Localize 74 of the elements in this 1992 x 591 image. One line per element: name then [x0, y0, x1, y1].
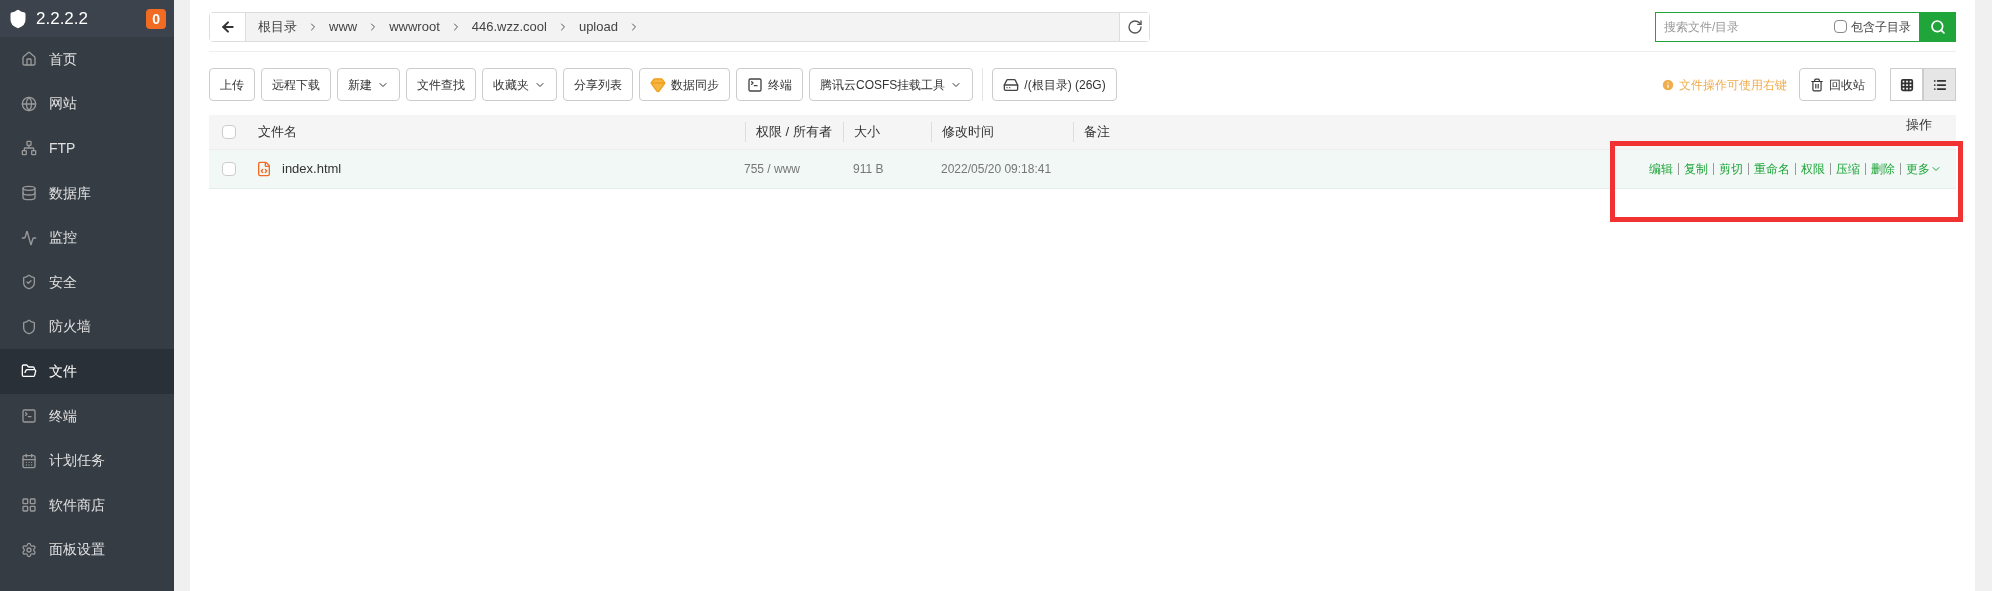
sidebar-item[interactable]: 软件商店 — [0, 482, 174, 528]
breadcrumb-link[interactable]: www — [325, 16, 362, 37]
table-cell-text: 911 B — [852, 161, 885, 178]
table-cell-text: 2022/05/20 09:18:41 — [940, 161, 1052, 178]
calendar-icon — [21, 452, 37, 469]
column-header: 操作 — [1906, 117, 1932, 133]
file-name[interactable]: index.html — [282, 159, 742, 179]
sidebar-item[interactable]: 防火墙 — [0, 304, 174, 350]
recycle-bin-button[interactable]: 回收站 — [1799, 68, 1876, 101]
sidebar-item[interactable]: FTP — [0, 126, 174, 171]
toolbar-button[interactable]: 新建 — [337, 68, 400, 101]
sidebar-item[interactable]: 文件 — [0, 349, 174, 394]
search-button[interactable] — [1920, 11, 1956, 42]
subdir-label: 包含子目录 — [1851, 18, 1911, 36]
column-header: 备注 — [1073, 122, 1573, 142]
view-toggle-button[interactable] — [1890, 68, 1923, 101]
select-all-checkbox[interactable] — [222, 125, 236, 139]
terminal-icon — [747, 76, 763, 93]
logo-icon — [8, 8, 28, 29]
gem-icon — [650, 76, 666, 93]
globe-icon — [21, 95, 37, 112]
notification-badge: 0 — [146, 8, 166, 29]
search-box[interactable]: 搜索文件/目录 包含子目录 — [1655, 11, 1920, 42]
column-header: 文件名 — [258, 123, 298, 142]
search-icon — [1930, 18, 1946, 35]
trash-icon — [1810, 77, 1824, 92]
toolbar-button[interactable]: 远程下载 — [261, 68, 331, 101]
sidebar-item[interactable]: 首页 — [0, 37, 174, 82]
database-icon — [21, 185, 37, 202]
html-file-icon — [256, 160, 272, 178]
home-icon — [21, 51, 37, 68]
folder-icon — [21, 363, 37, 380]
sidebar-item[interactable]: 监控 — [0, 215, 174, 260]
breadcrumb-link[interactable]: 根目录 — [254, 16, 301, 37]
shield-icon — [21, 318, 37, 335]
sidebar-item[interactable]: 终端 — [0, 393, 174, 439]
search-field[interactable]: 搜索文件/目录 — [1664, 17, 1834, 36]
breadcrumb-link[interactable]: 446.wzz.cool — [467, 16, 551, 37]
column-header: 权限 / 所有者 — [745, 122, 843, 142]
info-icon — [1661, 77, 1675, 92]
settings-icon — [21, 541, 37, 558]
sidebar-item[interactable]: 面板设置 — [0, 527, 174, 573]
column-header: 大小 — [843, 122, 931, 142]
toolbar-button[interactable]: /(根目录) (26G) — [992, 68, 1117, 101]
view-toggle-button[interactable] — [1923, 68, 1956, 101]
sidebar-item[interactable]: 网站 — [0, 81, 174, 127]
hint-text: 文件操作可使用右键 — [1679, 76, 1787, 94]
grid-icon — [21, 497, 37, 514]
column-header: 修改时间 — [931, 122, 1073, 142]
toolbar-button[interactable]: 数据同步 — [639, 68, 730, 101]
file-row[interactable]: index.html 755 / www 911 B 2022/05/20 09:18:41 编辑 复制 剪切 重命名 权限 压缩 删除 更多 — [209, 150, 1956, 189]
toolbar-button[interactable]: 分享列表 — [563, 68, 633, 101]
toolbar-button[interactable]: 终端 — [736, 68, 803, 101]
refresh-icon — [1126, 18, 1143, 35]
sidebar-item[interactable]: 计划任务 — [0, 438, 174, 483]
toolbar-button[interactable]: 腾讯云COSFS挂载工具 — [809, 68, 974, 101]
sidebar-item[interactable]: 安全 — [0, 259, 174, 305]
sidebar-item[interactable]: 数据库 — [0, 170, 174, 216]
grid-view-icon — [1899, 77, 1914, 92]
back-button[interactable] — [210, 12, 246, 41]
breadcrumb-link[interactable]: upload — [574, 16, 622, 37]
toolbar-button[interactable]: 收藏夹 — [482, 68, 557, 101]
list-view-icon — [1932, 77, 1947, 92]
toolbar-button[interactable]: 上传 — [209, 68, 255, 101]
row-checkbox[interactable] — [222, 162, 236, 176]
chart-icon — [21, 229, 37, 246]
server-address: 2.2.2.2 — [36, 7, 88, 30]
terminal-icon — [21, 408, 37, 425]
refresh-button[interactable] — [1119, 12, 1149, 41]
shield-check-icon — [21, 274, 37, 291]
breadcrumb-link[interactable]: wwwroot — [385, 16, 444, 37]
toolbar-button[interactable]: 文件查找 — [406, 68, 476, 101]
table-cell-text: 755 / www — [744, 161, 802, 178]
subdir-checkbox[interactable] — [1834, 20, 1847, 33]
